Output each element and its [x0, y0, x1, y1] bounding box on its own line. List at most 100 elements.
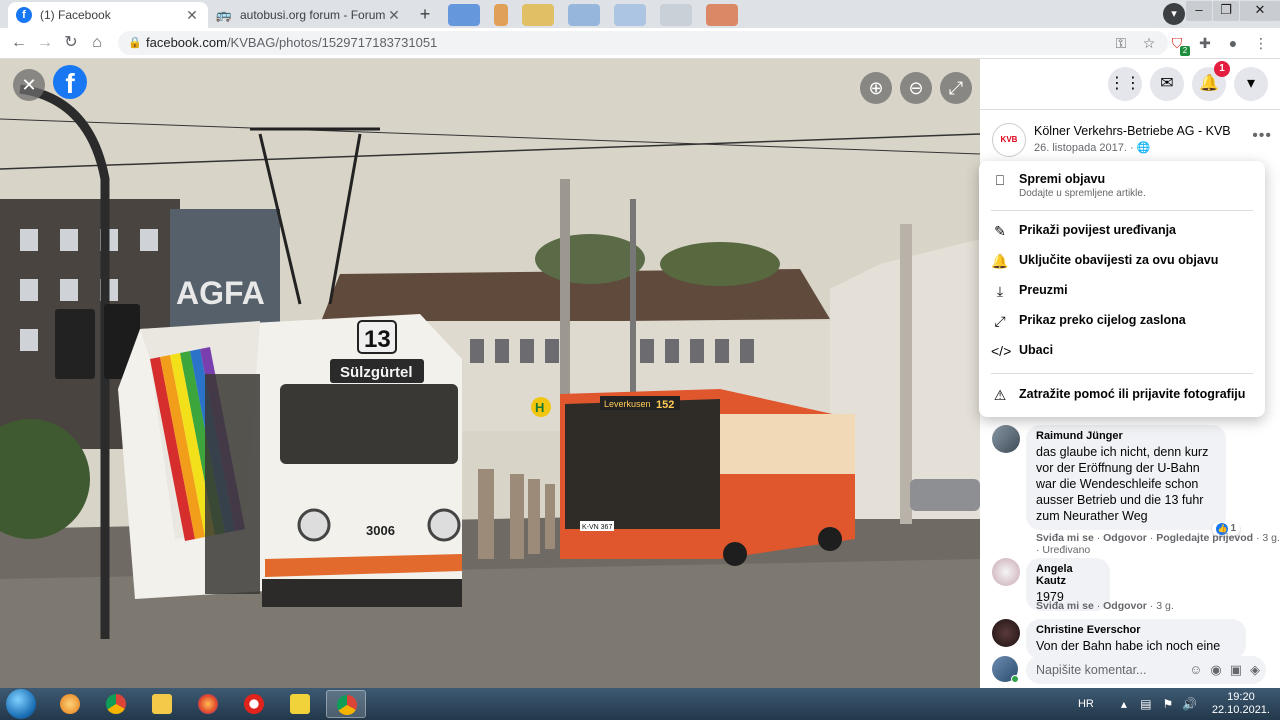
menu-item-notifications[interactable]: 🔔 Uključite obavijesti za ovu objavu	[979, 248, 1265, 276]
taskbar-pdf[interactable]	[280, 690, 320, 718]
camera-icon[interactable]: ◉	[1210, 656, 1221, 684]
window-icon	[522, 4, 554, 26]
start-button-icon[interactable]	[6, 689, 36, 719]
menu-grid-icon[interactable]: ⋮⋮	[1108, 67, 1142, 101]
tab-close-icon[interactable]: ✕	[386, 7, 402, 24]
comment-author[interactable]: Angela Kautz	[1036, 563, 1100, 587]
post-date-text: 26. listopada 2017. ·	[1034, 142, 1134, 154]
separator: ·	[1256, 532, 1260, 544]
menu-item-label: Preuzmi	[1019, 283, 1068, 297]
post-options-dots-icon[interactable]: •••	[1252, 127, 1272, 145]
comment-text: das glaube ich nicht, denn kurz vor der …	[1036, 444, 1216, 524]
notifications-bell-icon[interactable]: 🔔 1	[1192, 61, 1230, 101]
menu-item-report[interactable]: ⚠ Zatražite pomoć ili prijavite fotograf…	[979, 382, 1265, 410]
divider	[980, 109, 1280, 110]
comment-placeholder: Napišite komentar...	[1036, 663, 1147, 677]
menu-item-edit-history[interactable]: ✎ Prikaži povijest uređivanja	[979, 218, 1265, 246]
zoom-in-icon[interactable]: ⊕	[860, 72, 892, 104]
minimize-icon[interactable]: –	[1186, 1, 1212, 21]
reply-button[interactable]: Odgovor	[1103, 532, 1147, 544]
chrome-icon	[337, 695, 357, 715]
gif-icon[interactable]: ▣	[1230, 656, 1242, 684]
like-button[interactable]: Sviđa mi se	[1036, 532, 1094, 544]
window-icon	[660, 4, 692, 26]
extension-badge: 2	[1180, 46, 1190, 56]
page-name-link[interactable]: Kölner Verkehrs-Betriebe AG - KVB	[1034, 124, 1231, 138]
flag-icon[interactable]: ⚑	[1160, 697, 1176, 711]
tab-title: (1) Facebook	[40, 8, 111, 22]
account-dropdown-icon[interactable]: ▾	[1234, 67, 1268, 101]
zoom-out-icon[interactable]: ⊖	[900, 72, 932, 104]
facebook-logo-icon[interactable]: f	[53, 65, 87, 99]
page-avatar[interactable]: KVB	[992, 123, 1026, 157]
comment-author[interactable]: Raimund Jünger	[1036, 430, 1216, 442]
post-date[interactable]: 26. listopada 2017. · 🌐	[1034, 141, 1150, 154]
photo-sign-agfa: AGFA	[176, 275, 265, 311]
clock[interactable]: 19:20 22.10.2021.	[1212, 691, 1270, 717]
tab-facebook[interactable]: f (1) Facebook ✕	[8, 2, 208, 28]
comment-time[interactable]: 3 g.	[1262, 532, 1280, 544]
photo-tram-number: 3006	[366, 523, 395, 538]
comment-author[interactable]: Christine Everschor	[1036, 624, 1236, 636]
menu-item-download[interactable]: ⤓ Preuzmi	[979, 278, 1265, 306]
translate-button[interactable]: Pogledajte prijevod	[1156, 532, 1253, 544]
menu-item-sub: Dodajte u spremljene artikle.	[1019, 188, 1146, 199]
comment-time[interactable]: 3 g.	[1156, 600, 1174, 612]
key-icon[interactable]: ⚿	[1112, 34, 1130, 52]
taskbar-app[interactable]	[50, 690, 90, 718]
reply-button[interactable]: Odgovor	[1103, 600, 1147, 612]
tab-search-icon[interactable]: ▾	[1163, 3, 1185, 25]
avatar[interactable]	[992, 425, 1020, 453]
divider	[991, 373, 1253, 374]
photo: AGFA 13 Sülzgürtel 3006 Leverkusen 152 K…	[0, 59, 980, 688]
menu-item-save-post[interactable]: ⎕ Spremi objavu Dodajte u spremljene art…	[979, 167, 1265, 203]
puzzle-icon[interactable]: ✚	[1196, 34, 1214, 52]
taskbar-chrome-active[interactable]	[326, 690, 366, 718]
close-viewer-icon[interactable]: ✕	[13, 69, 45, 101]
comment-line: ausser Betrieb und die 13 fuhr	[1036, 493, 1204, 507]
menu-item-embed[interactable]: </> Ubaci	[979, 338, 1265, 366]
avatar[interactable]	[992, 619, 1020, 647]
taskbar-opera[interactable]	[234, 690, 274, 718]
menu-dots-icon[interactable]: ⋮	[1252, 34, 1270, 52]
address-bar[interactable]: 🔒 facebook.com/KVBAG/photos/152971718373…	[118, 31, 1168, 55]
back-arrow-icon[interactable]: ←	[8, 32, 30, 54]
taskbar-explorer[interactable]	[142, 690, 182, 718]
home-icon[interactable]: ⌂	[86, 32, 108, 54]
comment-edited: · Uređivano	[1036, 544, 1091, 556]
comment-input[interactable]: Napišite komentar... ☺ ◉ ▣ ◈	[1026, 656, 1266, 684]
restore-icon[interactable]: ❐	[1213, 1, 1239, 21]
edit-history-icon: ✎	[994, 223, 1006, 239]
star-icon[interactable]: ☆	[1140, 34, 1158, 52]
reload-icon[interactable]: ↻	[60, 32, 82, 54]
photo-bus-destination: Leverkusen	[604, 399, 651, 409]
taskbar-chrome[interactable]	[96, 690, 136, 718]
menu-item-label: Zatražite pomoć ili prijavite fotografij…	[1019, 387, 1246, 401]
new-tab-button[interactable]: +	[414, 4, 436, 26]
fullscreen-toggle-icon[interactable]: ⤢	[940, 72, 972, 104]
tab-close-icon[interactable]: ✕	[184, 7, 200, 24]
volume-icon[interactable]: 🔊	[1182, 697, 1198, 711]
post-header: KVB Kölner Verkehrs-Betriebe AG - KVB 26…	[992, 123, 1272, 163]
profile-icon[interactable]: ●	[1224, 34, 1242, 52]
sticker-icon[interactable]: ◈	[1250, 656, 1260, 684]
like-button[interactable]: Sviđa mi se	[1036, 600, 1094, 612]
tray-arrow-icon[interactable]: ▴	[1116, 697, 1132, 711]
kvb-logo-text: KVB	[1000, 135, 1018, 144]
messenger-icon[interactable]: ✉	[1150, 67, 1184, 101]
photo-stop-sign: H	[535, 400, 544, 415]
taskbar-firefox[interactable]	[188, 690, 228, 718]
close-window-icon[interactable]: ✕	[1240, 1, 1280, 21]
avatar[interactable]	[992, 558, 1020, 586]
tab-autobusi[interactable]: 🚌 autobusi.org forum - Forum o au ✕	[208, 2, 410, 28]
opera-icon	[244, 694, 264, 714]
language-indicator[interactable]: HR	[1078, 698, 1094, 710]
window-icon	[706, 4, 738, 26]
network-icon[interactable]: ▤	[1138, 697, 1154, 711]
forward-arrow-icon[interactable]: →	[34, 32, 56, 54]
emoji-icon[interactable]: ☺	[1189, 656, 1202, 684]
browser-toolbar: ← → ↻ ⌂ 🔒 facebook.com/KVBAG/photos/1529…	[0, 28, 1280, 59]
extension-shield-icon[interactable]: ⛉ 2	[1168, 34, 1190, 56]
comment-actions: Sviđa mi se · Odgovor · Pogledajte prije…	[1036, 532, 1280, 544]
menu-item-fullscreen[interactable]: ⤢ Prikaz preko cijelog zaslona	[979, 308, 1265, 336]
